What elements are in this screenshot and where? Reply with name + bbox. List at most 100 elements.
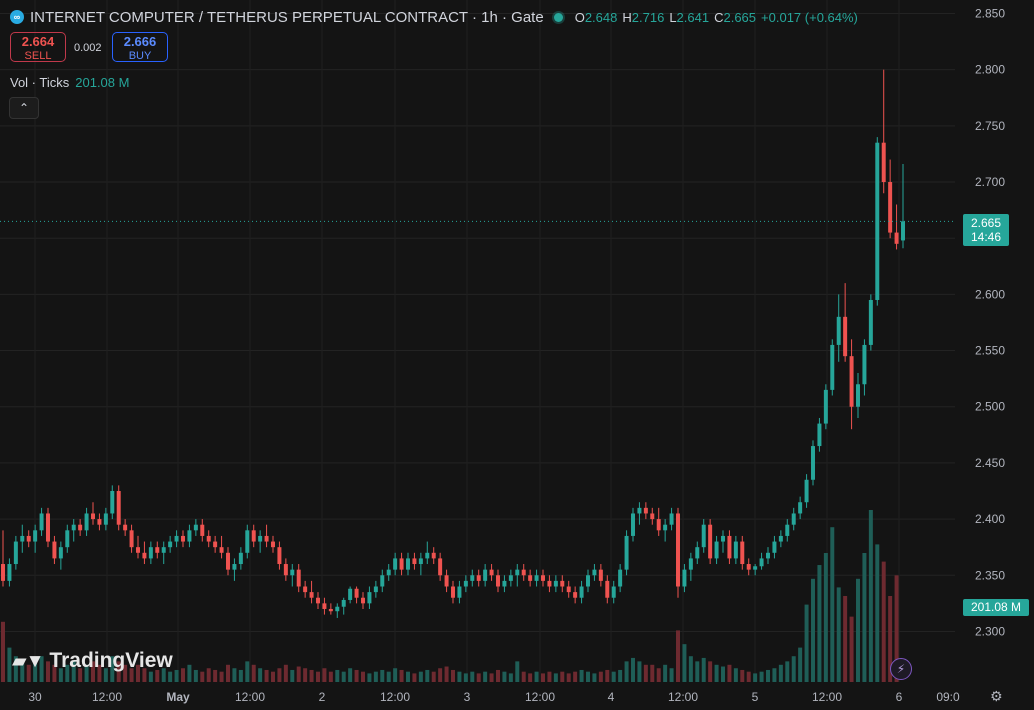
volume-bar [637,661,642,682]
chart-canvas[interactable]: 2.8502.8002.7502.7002.6502.6002.5502.500… [0,0,1034,710]
buy-button[interactable]: 2.666 BUY [112,32,168,62]
ohlc-values: O2.648 H2.716 L2.641 C2.665 +0.017 (+0.64%) [575,10,858,25]
candle-body [688,558,693,570]
candle-body [33,530,38,542]
candle-body [174,535,179,542]
x-tick-label: 12:00 [812,690,842,704]
candle-body [258,535,263,542]
candle-body [868,299,873,345]
volume-bar [258,668,263,682]
symbol-title[interactable]: INTERNET COMPUTER / TETHERUS PERPETUAL C… [30,9,544,26]
candle-body [515,569,520,576]
candle-body [656,519,661,531]
volume-bar [418,671,423,682]
candle-body [39,513,44,531]
candle-body [13,541,18,565]
x-tick-label: 12:00 [235,690,265,704]
ohlc-value: +0.017 (+0.64%) [761,9,858,25]
volume-bar [200,671,205,682]
candle-body [663,524,668,531]
y-tick-label: 2.700 [975,175,1005,189]
candle-body [881,142,886,183]
candle-body [541,575,545,581]
candle-body [843,316,848,357]
candle-body [168,541,173,548]
ohlc-item: L2.641 [669,10,709,25]
bar-countdown: 14:46 [970,230,1002,244]
candle-body [238,552,243,565]
ohlc-item: O2.648 [575,10,618,25]
volume-bar [245,661,250,682]
candle-body [206,535,211,542]
candle-body [451,586,455,598]
candle-body [721,535,725,542]
y-tick-label: 2.550 [975,344,1005,358]
candle-body [251,530,256,542]
volume-legend-label: Vol · Ticks [10,75,70,90]
volume-bar [251,664,256,682]
candle-body [804,479,809,503]
volume-bar [277,668,282,682]
volume-bar [476,673,481,682]
volume-bar [328,671,333,682]
volume-bar [206,668,211,682]
candle-body [97,519,102,525]
tradingview-logo[interactable]: ▰▼ TradingView [12,649,173,673]
volume-bar [444,666,449,682]
candle-body [103,513,108,525]
candle-body [888,182,893,233]
spread-value: 0.002 [74,42,102,54]
volume-bar [341,671,346,682]
candle-body [271,541,275,548]
volume-bar [830,527,835,682]
sell-button[interactable]: 2.664 SELL [10,32,66,62]
candle-body [901,221,905,241]
candle-body [200,524,205,536]
volume-bar [586,671,590,682]
volume-bar [463,673,468,682]
volume-bar [547,671,552,682]
volume-bar [193,669,198,682]
volume-bar [733,668,738,682]
lightning-icon[interactable]: ⚡ [890,658,912,680]
candle-body [142,552,147,559]
candle-body [566,586,571,593]
volume-bar [804,604,809,682]
volume-legend-value: 201.08 M [75,75,130,90]
y-tick-label: 2.350 [975,568,1005,582]
candle-body [380,575,385,587]
x-tick-label: 12:00 [525,690,555,704]
volume-bar [283,664,288,682]
candle-body [573,592,578,598]
candle-body [682,569,687,587]
volume-bar [431,671,436,682]
candle-body [193,524,198,531]
x-tick-label: 30 [28,690,42,704]
candle-body [290,569,295,576]
gear-icon[interactable]: ⚙ [990,688,1003,705]
candle-body [714,541,719,559]
candle-body [753,566,758,570]
collapse-legend-button[interactable]: ⌃ [9,97,39,119]
buy-label: BUY [128,50,152,62]
candle-body [71,524,76,531]
volume-bar [316,671,320,682]
candle-body [348,588,353,600]
volume-bar [348,668,353,682]
candle-body [470,575,475,581]
candle-body [727,535,732,559]
candle-body [335,606,340,612]
y-tick-label: 2.500 [975,400,1005,414]
candle-body [444,575,449,587]
candle-body [245,530,250,553]
ohlc-value: 2.648 [584,9,618,25]
volume-legend[interactable]: Vol · Ticks 201.08 M [10,75,129,90]
candle-body [46,513,50,542]
candle-body [309,592,314,598]
volume-bar [682,644,687,682]
candle-body [129,530,134,548]
candle-body [1,564,5,581]
candle-body [110,490,115,514]
volume-bar [817,565,822,682]
volume-bar [676,630,680,682]
